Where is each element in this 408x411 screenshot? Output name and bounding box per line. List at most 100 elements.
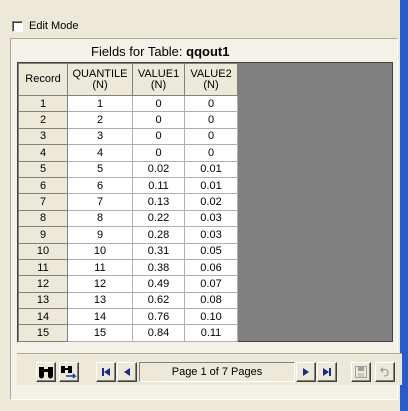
cell-value1[interactable]: 0.11 (132, 176, 185, 195)
column-header-quantile[interactable]: QUANTILE (N) (67, 63, 133, 96)
cell-value1[interactable]: 0 (132, 111, 185, 129)
cell-quantile[interactable]: 13 (67, 291, 133, 310)
cell-value1[interactable]: 0.62 (132, 291, 185, 310)
cell-value1[interactable]: 0 (132, 94, 185, 113)
last-page-icon[interactable] (317, 362, 337, 382)
cell-record[interactable]: 5 (18, 160, 68, 178)
cell-record[interactable]: 13 (18, 291, 68, 310)
cell-value2[interactable]: 0.11 (184, 324, 238, 342)
column-header-record[interactable]: Record (18, 63, 68, 96)
table-title-prefix: Fields for Table: (91, 44, 183, 59)
cell-quantile[interactable]: 6 (67, 176, 133, 195)
cell-quantile[interactable]: 3 (67, 127, 133, 146)
data-table: Record QUANTILE (N) VALUE1 (N) VALUE2 (N) 1… (18, 63, 238, 342)
cell-record[interactable]: 14 (18, 308, 68, 326)
save-icon[interactable] (351, 362, 371, 382)
table-title-name: qqout1 (186, 44, 230, 59)
table-row[interactable]: 5 5 0.02 0.01 (18, 160, 238, 178)
header-row: Record QUANTILE (N) VALUE1 (N) VALUE2 (N) (18, 63, 238, 96)
cell-value2[interactable]: 0 (184, 94, 238, 113)
cell-quantile[interactable]: 1 (67, 94, 133, 113)
cell-record[interactable]: 15 (18, 324, 68, 342)
cell-value2[interactable]: 0.10 (184, 308, 238, 326)
binoculars-icon[interactable] (36, 362, 56, 382)
navigation-toolbar: Page 1 of 7 Pages (17, 353, 402, 385)
cell-value2[interactable]: 0.02 (184, 193, 238, 211)
cell-value2[interactable]: 0 (184, 111, 238, 129)
cell-value2[interactable]: 0.03 (184, 226, 238, 244)
cell-record[interactable]: 9 (18, 226, 68, 244)
cell-record[interactable]: 7 (18, 193, 68, 211)
cell-quantile[interactable]: 2 (67, 111, 133, 129)
table-row[interactable]: 3300 (18, 127, 238, 146)
edit-mode-checkbox[interactable] (12, 20, 23, 32)
cell-quantile[interactable]: 14 (67, 308, 133, 326)
cell-value1[interactable]: 0.38 (132, 258, 185, 277)
cell-value1[interactable]: 0 (132, 127, 185, 146)
table-row[interactable]: 7 7 0.13 0.02 (18, 193, 238, 211)
edit-mode-label: Edit Mode (29, 20, 79, 32)
cell-record[interactable]: 4 (18, 144, 68, 162)
cell-record[interactable]: 3 (18, 127, 68, 146)
cell-quantile[interactable]: 8 (67, 209, 133, 228)
cell-quantile[interactable]: 7 (67, 193, 133, 211)
table-row[interactable]: 6 6 0.11 0.01 (18, 176, 238, 195)
cell-value1[interactable]: 0.02 (132, 160, 185, 178)
previous-page-icon[interactable] (117, 362, 137, 382)
cell-value1[interactable]: 0.31 (132, 242, 185, 260)
cell-record[interactable]: 1 (18, 94, 68, 113)
table-view-window: Edit Mode Fields for Table: qqout1 Recor… (0, 0, 408, 411)
cell-value2[interactable]: 0.06 (184, 258, 238, 277)
table-row[interactable]: 1100 (18, 94, 238, 113)
cell-value2[interactable]: 0.01 (184, 160, 238, 178)
table-row[interactable]: 13 13 0.62 0.08 (18, 291, 238, 310)
cell-record[interactable]: 2 (18, 111, 68, 129)
cell-value1[interactable]: 0.84 (132, 324, 185, 342)
table-row[interactable]: 14 14 0.76 0.10 (18, 308, 238, 326)
cell-quantile[interactable]: 12 (67, 275, 133, 293)
cell-value2[interactable]: 0.08 (184, 291, 238, 310)
cell-record[interactable]: 12 (18, 275, 68, 293)
column-header-value2[interactable]: VALUE2 (N) (184, 63, 238, 96)
cell-quantile[interactable]: 5 (67, 160, 133, 178)
table-row[interactable]: 2200 (18, 111, 238, 129)
cell-value2[interactable]: 0.03 (184, 209, 238, 228)
window-edge (400, 0, 408, 411)
cell-value2[interactable]: 0.01 (184, 176, 238, 195)
next-page-icon[interactable] (296, 362, 316, 382)
cell-record[interactable]: 11 (18, 258, 68, 277)
cell-value1[interactable]: 0.76 (132, 308, 185, 326)
table-row[interactable]: 10 10 0.31 0.05 (18, 242, 238, 260)
cell-value1[interactable]: 0.22 (132, 209, 185, 228)
cell-quantile[interactable]: 9 (67, 226, 133, 244)
cell-quantile[interactable]: 10 (67, 242, 133, 260)
cell-value1[interactable]: 0.13 (132, 193, 185, 211)
undo-icon[interactable] (375, 362, 395, 382)
cell-value1[interactable]: 0.49 (132, 275, 185, 293)
data-grid[interactable]: Record QUANTILE (N) VALUE1 (N) VALUE2 (N) 1… (17, 62, 393, 342)
table-row[interactable]: 9 9 0.28 0.03 (18, 226, 238, 244)
cell-value2[interactable]: 0 (184, 127, 238, 146)
cell-record[interactable]: 6 (18, 176, 68, 195)
cell-value2[interactable]: 0 (184, 144, 238, 162)
edit-mode-toggle[interactable]: Edit Mode (12, 19, 79, 33)
cell-value1[interactable]: 0 (132, 144, 185, 162)
table-row[interactable]: 8 8 0.22 0.03 (18, 209, 238, 228)
cell-record[interactable]: 10 (18, 242, 68, 260)
cell-quantile[interactable]: 11 (67, 258, 133, 277)
cell-value1[interactable]: 0.28 (132, 226, 185, 244)
table-row[interactable]: 15 15 0.84 0.11 (18, 324, 238, 342)
first-page-icon[interactable] (96, 362, 116, 382)
column-header-value1[interactable]: VALUE1 (N) (132, 63, 185, 96)
cell-record[interactable]: 8 (18, 209, 68, 228)
table-row[interactable]: 4400 (18, 144, 238, 162)
table-title: Fields for Table: qqout1 (91, 44, 229, 59)
table-row[interactable]: 12 12 0.49 0.07 (18, 275, 238, 293)
cell-value2[interactable]: 0.05 (184, 242, 238, 260)
table-row[interactable]: 11 11 0.38 0.06 (18, 258, 238, 277)
page-indicator: Page 1 of 7 Pages (139, 362, 295, 382)
cell-quantile[interactable]: 15 (67, 324, 133, 342)
binoculars-arrow-icon[interactable] (59, 362, 79, 382)
cell-value2[interactable]: 0.07 (184, 275, 238, 293)
cell-quantile[interactable]: 4 (67, 144, 133, 162)
